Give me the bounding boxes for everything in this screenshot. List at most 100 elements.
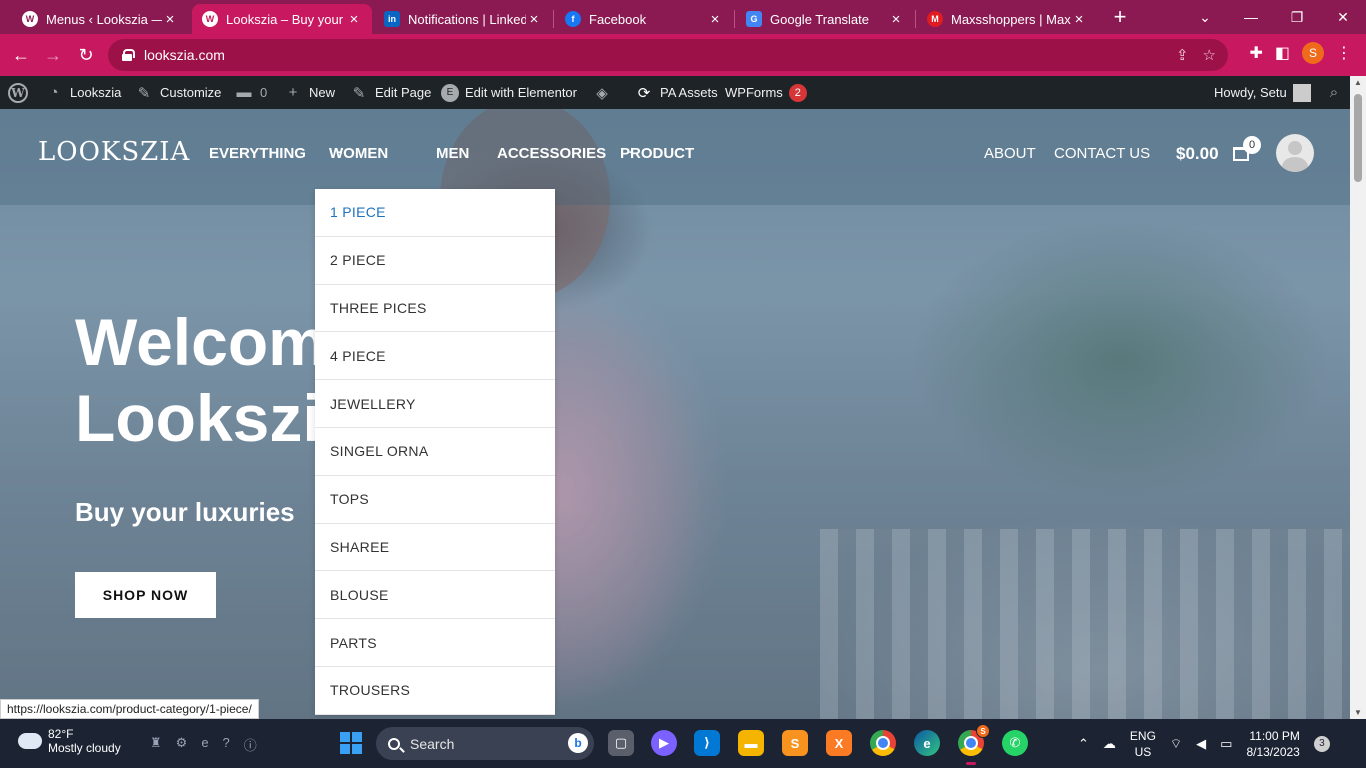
- teams-meet-icon[interactable]: ▶: [651, 730, 677, 756]
- tab-maxsshoppers[interactable]: M Maxsshoppers | Maxsshoppers ×: [917, 4, 1097, 34]
- weather-widget[interactable]: 82°F Mostly cloudy: [18, 726, 121, 755]
- minimize-icon[interactable]: —: [1228, 9, 1274, 25]
- admin-search[interactable]: ⌕: [1324, 76, 1344, 109]
- bing-icon[interactable]: b: [568, 733, 588, 753]
- wordpress-icon: W: [22, 11, 38, 27]
- plus-icon: +: [288, 84, 298, 101]
- reload-icon[interactable]: ↻: [73, 42, 99, 68]
- cart-total[interactable]: $0.00: [1176, 144, 1219, 164]
- close-window-icon[interactable]: ✕: [1320, 9, 1366, 26]
- women-menu-item[interactable]: 1 PIECE: [315, 189, 555, 237]
- admin-comments[interactable]: ▬ 0: [234, 76, 268, 109]
- tab-separator: [553, 10, 554, 28]
- chrome-profile-icon[interactable]: S: [958, 724, 990, 765]
- share-icon[interactable]: ⇪: [1176, 46, 1189, 64]
- tab-search-chevron-icon[interactable]: ⌄: [1182, 9, 1228, 26]
- tab-google-translate[interactable]: G Google Translate ×: [736, 4, 914, 34]
- window-controls: ⌄ — ❐ ✕: [1182, 0, 1366, 34]
- restore-icon[interactable]: ❐: [1274, 9, 1320, 26]
- admin-howdy-label: Howdy, Setu: [1214, 85, 1287, 100]
- women-menu-item[interactable]: JEWELLERY: [315, 380, 555, 428]
- nav-about[interactable]: ABOUT: [984, 145, 1036, 162]
- admin-new[interactable]: + New: [283, 76, 335, 109]
- admin-elementor[interactable]: E Edit with Elementor: [441, 76, 577, 109]
- profile-badge: S: [976, 724, 990, 738]
- women-menu-item[interactable]: TROUSERS: [315, 667, 555, 715]
- whatsapp-icon[interactable]: ✆: [1002, 730, 1028, 756]
- edge-icon[interactable]: e: [914, 730, 940, 756]
- scrollbar-thumb[interactable]: [1354, 94, 1362, 182]
- comment-bubble-icon: ▬: [236, 84, 252, 101]
- close-tab-icon[interactable]: ×: [1071, 11, 1087, 28]
- admin-diamond-menu[interactable]: ◈: [592, 76, 612, 109]
- notification-badge[interactable]: 3: [1313, 735, 1330, 752]
- extensions-puzzle-icon[interactable]: ✚: [1249, 43, 1262, 63]
- close-tab-icon[interactable]: ×: [707, 11, 723, 28]
- info-icon: ⓘ: [243, 738, 257, 753]
- admin-pa-assets-label: PA Assets: [660, 85, 718, 100]
- battery-icon[interactable]: ▭: [1220, 736, 1232, 752]
- taskbar-search[interactable]: Search b: [376, 727, 594, 760]
- search-icon: ⌕: [1329, 84, 1339, 101]
- tab-lookszia[interactable]: W Lookszia – Buy your luxuries ×: [192, 4, 372, 34]
- tab-facebook[interactable]: f Facebook ×: [555, 4, 733, 34]
- bookmark-star-icon[interactable]: ☆: [1203, 46, 1216, 64]
- nav-contact[interactable]: CONTACT US: [1054, 145, 1150, 162]
- admin-elementor-label: Edit with Elementor: [465, 85, 577, 100]
- close-tab-icon[interactable]: ×: [888, 11, 904, 28]
- vscode-icon[interactable]: ⟩: [694, 730, 720, 756]
- shop-now-button[interactable]: SHOP NOW: [75, 572, 216, 618]
- chrome-icon[interactable]: [870, 730, 896, 756]
- xampp-icon[interactable]: X: [826, 730, 852, 756]
- admin-site-name[interactable]: ◔ Lookszia: [44, 76, 121, 109]
- refresh-icon: ⟳: [637, 84, 651, 102]
- women-menu-item[interactable]: PARTS: [315, 619, 555, 667]
- scroll-down-arrow-icon[interactable]: ▼: [1350, 708, 1366, 717]
- wp-logo-menu[interactable]: W: [8, 76, 28, 109]
- page-scrollbar[interactable]: ▲ ▼: [1350, 76, 1366, 719]
- tab-linkedin[interactable]: in Notifications | LinkedIn ×: [374, 4, 552, 34]
- start-button[interactable]: [340, 732, 362, 754]
- lang-primary: ENG: [1129, 728, 1156, 743]
- user-avatar[interactable]: [1276, 134, 1314, 172]
- file-explorer-icon[interactable]: ▬: [738, 730, 764, 756]
- address-bar[interactable]: lookszia.com ⇪ ☆: [108, 39, 1228, 71]
- women-menu-item[interactable]: 4 PIECE: [315, 332, 555, 381]
- women-menu-item[interactable]: 2 PIECE: [315, 237, 555, 285]
- chevron-up-icon[interactable]: ⌃: [1078, 736, 1089, 752]
- tab-menus[interactable]: W Menus ‹ Lookszia — WordPress ×: [12, 4, 188, 34]
- admin-customize[interactable]: ✎ Customize: [134, 76, 222, 109]
- women-menu-item[interactable]: SHAREE: [315, 524, 555, 572]
- profile-avatar[interactable]: S: [1302, 42, 1324, 64]
- admin-pa-assets[interactable]: ⟳ PA Assets: [634, 76, 718, 109]
- site-logo[interactable]: LOOKSZIA: [38, 137, 190, 167]
- volume-icon[interactable]: ◀: [1196, 736, 1206, 752]
- menu-kebab-icon[interactable]: ⋮: [1336, 43, 1352, 63]
- admin-wpforms[interactable]: WPForms 2: [725, 76, 807, 109]
- system-tray: ⌃ ☁ ENG US ⌔ ◀ ▭ 11:00 PM 8/13/2023 3: [1078, 719, 1330, 768]
- edge-legacy-icon: e: [201, 735, 209, 750]
- task-view-icon[interactable]: ▢: [608, 730, 634, 756]
- forward-arrow-icon[interactable]: →: [40, 42, 66, 68]
- admin-customize-label: Customize: [160, 85, 222, 100]
- close-tab-icon[interactable]: ×: [526, 11, 542, 28]
- wifi-icon[interactable]: ⌔: [1170, 736, 1182, 752]
- close-tab-icon[interactable]: ×: [346, 11, 362, 28]
- admin-howdy[interactable]: Howdy, Setu: [1214, 76, 1311, 109]
- scroll-up-arrow-icon[interactable]: ▲: [1350, 78, 1366, 87]
- new-tab-button[interactable]: +: [1108, 4, 1132, 30]
- women-menu-item[interactable]: TOPS: [315, 476, 555, 524]
- sublime-text-icon[interactable]: S: [782, 730, 808, 756]
- url-text: lookszia.com: [144, 47, 225, 63]
- onedrive-error-icon[interactable]: ☁: [1103, 736, 1116, 752]
- close-tab-icon[interactable]: ×: [162, 11, 178, 28]
- women-menu-item[interactable]: BLOUSE: [315, 571, 555, 620]
- lock-icon[interactable]: [122, 49, 135, 61]
- side-panel-icon[interactable]: ◧: [1275, 43, 1290, 63]
- system-clock[interactable]: 11:00 PM 8/13/2023: [1246, 728, 1299, 760]
- admin-edit-page[interactable]: ✎ Edit Page: [349, 76, 432, 109]
- back-arrow-icon[interactable]: ←: [8, 42, 34, 68]
- women-menu-item[interactable]: THREE PICES: [315, 285, 555, 333]
- women-menu-item[interactable]: SINGEL ORNA: [315, 428, 555, 476]
- language-indicator[interactable]: ENG US: [1130, 728, 1156, 760]
